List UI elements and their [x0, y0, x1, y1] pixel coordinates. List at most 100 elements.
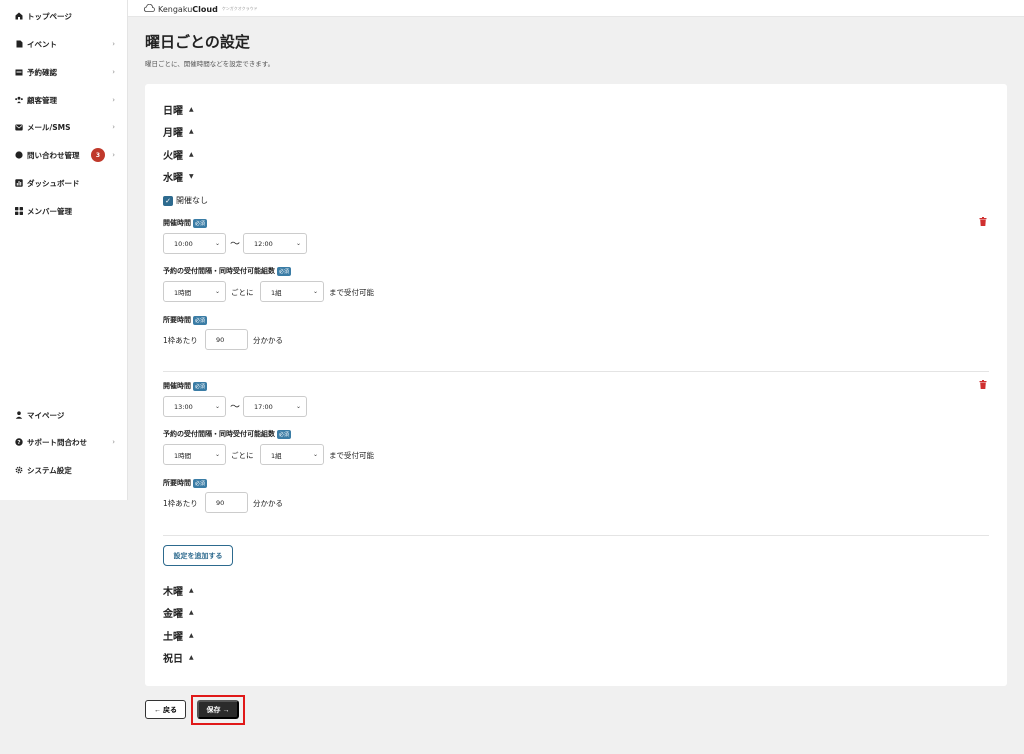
- slot-prefix: 1枠あたり: [163, 336, 198, 345]
- required-badge: 必須: [193, 381, 208, 391]
- help-icon: ?: [15, 438, 23, 446]
- day-section-thursday[interactable]: 木曜 ▲: [163, 583, 194, 598]
- sidebar-item-support[interactable]: ? サポート問合わせ ›: [15, 434, 115, 450]
- day-section-sunday[interactable]: 日曜 ▲: [163, 102, 194, 117]
- chevron-right-icon: ›: [112, 40, 115, 48]
- day-section-friday[interactable]: 金曜 ▲: [163, 605, 194, 620]
- trash-icon[interactable]: [979, 380, 987, 389]
- add-setting-button[interactable]: 設定を追加する: [163, 545, 233, 566]
- day-label: 祝日: [163, 654, 183, 665]
- caret-up-icon: ▲: [189, 106, 194, 113]
- sidebar-item-mypage[interactable]: マイページ: [15, 407, 115, 423]
- sidebar-item-label: システム設定: [27, 465, 72, 475]
- page-title: 曜日ごとの設定: [145, 33, 250, 51]
- day-section-monday[interactable]: 月曜 ▲: [163, 124, 194, 139]
- sidebar-item-label: 顧客管理: [27, 95, 57, 105]
- sidebar-item-inquiries[interactable]: 問い合わせ管理 3 ›: [15, 147, 115, 163]
- chat-bubble-icon: [15, 151, 23, 159]
- duration-label: 所要時間 必須: [163, 315, 208, 325]
- sidebar-item-mail[interactable]: メール/SMS ›: [15, 119, 115, 135]
- save-button[interactable]: 保存 →: [197, 700, 239, 719]
- required-badge: 必須: [193, 218, 208, 228]
- interval-select[interactable]: 1時間 ⌄: [163, 444, 226, 465]
- end-time-select[interactable]: 17:00 ⌄: [243, 396, 307, 417]
- per-text: ごとに: [231, 451, 254, 460]
- minutes-input[interactable]: 90: [205, 492, 248, 513]
- sidebar-item-dashboard[interactable]: ダッシュボード: [15, 175, 115, 191]
- chevron-right-icon: ›: [112, 96, 115, 104]
- groups-select[interactable]: 1組 ⌄: [260, 444, 324, 465]
- sidebar-item-label: マイページ: [27, 410, 65, 420]
- day-label: 金曜: [163, 609, 183, 620]
- day-section-wednesday[interactable]: 水曜 ▼: [163, 169, 194, 184]
- trash-icon[interactable]: [979, 217, 987, 226]
- check-icon: ✓: [163, 195, 173, 206]
- caret-down-icon: ▼: [189, 173, 194, 180]
- chevron-down-icon: ⌄: [214, 451, 220, 458]
- label-text: 所要時間: [163, 479, 191, 487]
- event-time-label: 開催時間 必須: [163, 218, 208, 228]
- chevron-down-icon: ⌄: [295, 403, 301, 410]
- sidebar-item-events[interactable]: イベント ›: [15, 36, 115, 52]
- logo[interactable]: Kengaku Cloud ケンガクオクラウド: [143, 3, 258, 14]
- caret-up-icon: ▲: [189, 587, 194, 594]
- back-button[interactable]: ← 戻る: [145, 700, 186, 719]
- caret-up-icon: ▲: [189, 128, 194, 135]
- sidebar-item-reservations[interactable]: 予約確認 ›: [15, 64, 115, 80]
- per-text: ごとに: [231, 288, 254, 297]
- select-value: 12:00: [254, 239, 273, 248]
- interval-select[interactable]: 1時間 ⌄: [163, 281, 226, 302]
- label-text: 開催時間: [163, 382, 191, 390]
- caret-up-icon: ▲: [189, 151, 194, 158]
- chevron-right-icon: ›: [112, 438, 115, 446]
- select-value: 1時間: [174, 288, 192, 297]
- select-value: 10:00: [174, 239, 193, 248]
- divider: [163, 371, 989, 372]
- no-event-label: 開催なし: [176, 196, 208, 205]
- mail-icon: [15, 123, 23, 131]
- day-label: 月曜: [163, 128, 183, 139]
- label-text: 所要時間: [163, 316, 191, 324]
- sidebar-item-top[interactable]: トップページ: [15, 8, 115, 24]
- logo-text-bold: Cloud: [192, 4, 218, 14]
- required-badge: 必須: [277, 266, 292, 276]
- sidebar-item-label: トップページ: [27, 11, 72, 21]
- caret-up-icon: ▲: [189, 654, 194, 661]
- sidebar-item-label: イベント: [27, 39, 57, 49]
- chevron-down-icon: ⌄: [312, 288, 318, 295]
- duration-label: 所要時間 必須: [163, 478, 208, 488]
- end-time-select[interactable]: 12:00 ⌄: [243, 233, 307, 254]
- chevron-down-icon: ⌄: [214, 403, 220, 410]
- users-icon: [15, 96, 23, 104]
- chevron-right-icon: ›: [112, 68, 115, 76]
- save-button-highlight: 保存 →: [191, 695, 245, 725]
- select-value: 13:00: [174, 402, 193, 411]
- chevron-down-icon: ⌄: [214, 288, 220, 295]
- weekday-settings-card: 日曜 ▲ 月曜 ▲ 火曜 ▲ 水曜 ▼ ✓ 開催なし 開催時間 必須 10:00 ⌄ 〜 1…: [145, 84, 1007, 686]
- slot-suffix: 分かかる: [253, 499, 283, 508]
- day-section-saturday[interactable]: 土曜 ▲: [163, 628, 194, 643]
- tilde-separator: 〜: [230, 402, 240, 413]
- accept-text: まで受付可能: [329, 288, 374, 297]
- sidebar-item-settings[interactable]: システム設定: [15, 462, 115, 478]
- select-value: 1組: [271, 288, 282, 297]
- interval-label: 予約の受付間隔・同時受付可能組数 必須: [163, 429, 292, 439]
- select-value: 1組: [271, 451, 282, 460]
- required-badge: 必須: [193, 315, 208, 325]
- chevron-down-icon: ⌄: [214, 240, 220, 247]
- start-time-select[interactable]: 13:00 ⌄: [163, 396, 226, 417]
- start-time-select[interactable]: 10:00 ⌄: [163, 233, 226, 254]
- sidebar-item-customers[interactable]: 顧客管理 ›: [15, 92, 115, 108]
- sidebar-item-members[interactable]: メンバー管理: [15, 203, 115, 219]
- groups-select[interactable]: 1組 ⌄: [260, 281, 324, 302]
- sidebar-item-label: サポート問合わせ: [27, 437, 87, 447]
- select-value: 17:00: [254, 402, 273, 411]
- minutes-input[interactable]: 90: [205, 329, 248, 350]
- day-section-holiday[interactable]: 祝日 ▲: [163, 650, 194, 665]
- calendar-icon: [15, 68, 23, 76]
- day-section-tuesday[interactable]: 火曜 ▲: [163, 147, 194, 162]
- required-badge: 必須: [277, 429, 292, 439]
- event-time-label: 開催時間 必須: [163, 381, 208, 391]
- no-event-checkbox[interactable]: ✓ 開催なし: [163, 195, 208, 206]
- tilde-separator: 〜: [230, 239, 240, 250]
